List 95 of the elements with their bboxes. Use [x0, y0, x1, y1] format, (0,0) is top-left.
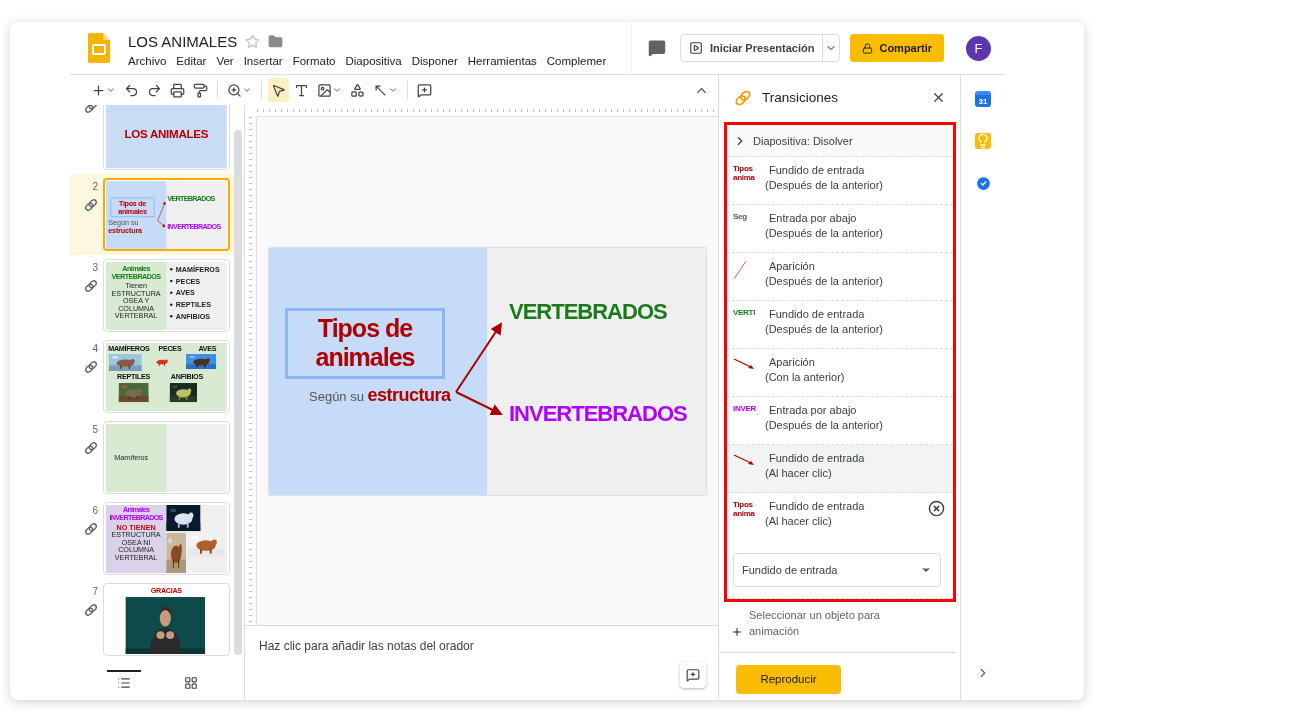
panel-title: Transiciones [762, 90, 840, 105]
animation-effect: Entrada por abajo [769, 212, 858, 224]
list-view-icon [116, 676, 131, 690]
menu-item[interactable]: Formato [287, 55, 341, 67]
effect-dropdown[interactable]: Fundido de entrada [733, 553, 941, 587]
animation-trigger: (Después de la anterior) [765, 275, 884, 287]
share-button[interactable]: Compartir [850, 34, 944, 62]
grid-view-icon [183, 676, 198, 690]
cursor-icon [271, 82, 286, 98]
image-icon [317, 82, 332, 98]
preview-text: VERTI [733, 308, 757, 318]
calendar-icon[interactable]: 31 [975, 91, 991, 107]
animation-trigger: (Al hacer clic) [765, 467, 833, 479]
speaker-notes-placeholder[interactable]: Haz clic para añadir las notas del orador [259, 639, 474, 688]
add-comment-icon [417, 82, 432, 98]
plus-icon [731, 625, 743, 638]
slide-subtitle: Según su estructura [309, 385, 451, 406]
preview-text: Seg [733, 212, 748, 222]
bullet [170, 315, 173, 318]
transitions-icon [734, 88, 752, 107]
slide-title: Tipos de animales [314, 314, 416, 372]
lock-icon [862, 42, 874, 54]
add-animation-button[interactable]: Seleccionar un objeto para animación [719, 602, 960, 640]
slide-number: 2 [92, 180, 98, 192]
tasks-icon[interactable] [974, 175, 992, 192]
animation-effect: Entrada por abajo [769, 404, 858, 416]
scrollbar[interactable] [234, 130, 242, 655]
menu-item[interactable]: Herramientas [462, 55, 542, 67]
caret-icon [332, 85, 342, 95]
animation-effect: Fundido de entrada [769, 452, 866, 464]
caret-icon [106, 85, 116, 95]
animation-effect: Fundido de entrada [769, 308, 866, 320]
slide-number: 5 [92, 423, 98, 435]
explore-button[interactable] [680, 662, 706, 688]
toolbar-button[interactable] [268, 78, 289, 102]
animation-trigger: (Después de la anterior) [765, 419, 884, 431]
menu-item[interactable]: Diapositiva [340, 55, 407, 67]
plus-icon [91, 82, 106, 98]
menu-item[interactable]: Complemer [541, 55, 612, 67]
animation-item[interactable]: Fundido de entrada (Al hacer clic) [727, 445, 953, 493]
slide-number: 6 [92, 504, 98, 516]
slide-thumbnail[interactable]: LOS ANIMALES [103, 105, 230, 170]
branch-label: INVERTEBRADOS [509, 401, 687, 426]
caret-icon [242, 85, 252, 95]
preview-text: Tipos anima [733, 500, 756, 519]
paint-roller-icon [193, 82, 208, 98]
line-icon [373, 82, 388, 98]
animation-trigger: (Con la anterior) [765, 371, 846, 383]
animation-effect: Aparición [769, 356, 816, 368]
menu-item[interactable]: Archivo [128, 55, 172, 67]
bullet [170, 303, 173, 306]
slide-title: LOS ANIMALES [124, 127, 209, 141]
line-icon [733, 260, 747, 280]
animation-effect: Aparición [769, 260, 816, 272]
redo-icon [147, 82, 162, 98]
add-comment-icon [686, 668, 700, 682]
preview-text: INVER [733, 404, 757, 414]
menu-item[interactable]: Disponer [406, 55, 463, 67]
zoom-icon [227, 82, 242, 98]
menu-item[interactable]: Insertar [238, 55, 288, 67]
slide-number: 4 [92, 342, 98, 354]
slide-number: 7 [92, 585, 98, 597]
avatar[interactable]: F [966, 35, 991, 61]
branch-label: VERTEBRADOS [509, 299, 667, 324]
undo-icon [124, 82, 139, 98]
bullet [170, 279, 173, 283]
animation-trigger: (Al hacer clic) [765, 515, 833, 527]
slide-number: 3 [92, 261, 98, 273]
animation-trigger: (Después de la anterior) [765, 323, 884, 335]
preview-text: Tipos anima [733, 164, 756, 183]
play-icon [688, 41, 703, 55]
menu-item[interactable]: Ver [211, 55, 239, 67]
close-icon [931, 90, 946, 105]
comments-icon[interactable] [647, 39, 666, 57]
remove-icon[interactable] [928, 500, 945, 517]
menu-item[interactable]: Editar [171, 55, 212, 67]
animation-effect: Fundido de entrada [769, 164, 866, 176]
star-icon[interactable] [245, 34, 261, 49]
shapes-icon [350, 82, 365, 98]
play-button[interactable]: Reproducir [736, 664, 841, 694]
bullet [170, 268, 173, 271]
animation-trigger: (Después de la anterior) [765, 227, 884, 239]
document-title[interactable]: LOS ANIMALES [128, 33, 238, 50]
folder-icon[interactable] [268, 34, 284, 49]
caret-icon [388, 85, 398, 95]
animation-trigger: (Después de la anterior) [765, 179, 884, 191]
arrow-icon [733, 454, 755, 466]
animation-effect: Fundido de entrada [769, 500, 866, 512]
slide-transition-row[interactable]: Diapositiva: Disolver [727, 125, 953, 157]
bullet [170, 291, 173, 294]
slides-logo [88, 33, 110, 63]
print-icon [170, 82, 185, 98]
arrow-icon [733, 358, 755, 370]
text-box-icon [294, 82, 309, 98]
close-button[interactable] [931, 90, 946, 105]
